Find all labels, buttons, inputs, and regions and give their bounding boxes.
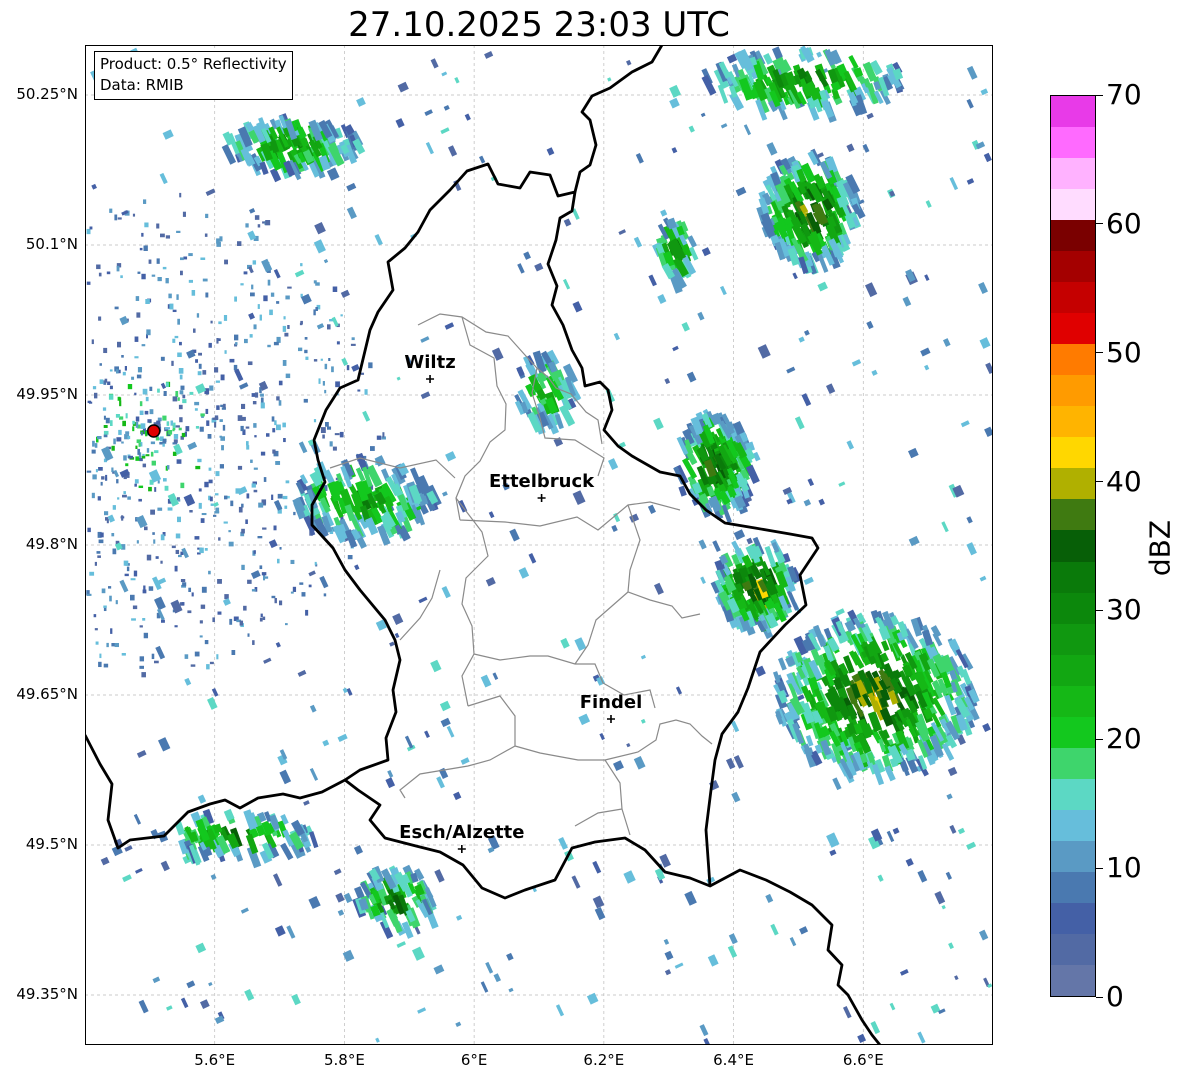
colorbar-tick-label: 40	[1106, 464, 1142, 498]
colorbar-tick	[1096, 94, 1103, 96]
colorbar-tick-label: 20	[1106, 722, 1142, 756]
colorbar-segment	[1051, 840, 1095, 874]
colorbar-segment	[1051, 964, 1095, 996]
colorbar-tick	[1096, 867, 1103, 869]
colorbar-tick	[1096, 738, 1103, 740]
city-label: Ettelbruck	[489, 471, 595, 492]
lon-tick-label: 5.6°E	[194, 1051, 236, 1069]
product-label: Product: 0.5° Reflectivity	[100, 55, 287, 73]
colorbar-tick-label: 30	[1106, 593, 1142, 627]
data-source-label: Data: RMIB	[100, 76, 184, 94]
city-label: Wiltz	[404, 352, 456, 373]
lat-tick-label: 49.65°N	[16, 685, 78, 703]
city-marker	[457, 845, 466, 853]
colorbar-segment	[1051, 685, 1095, 719]
lon-tick-label: 5.8°E	[324, 1051, 365, 1069]
colorbar-segment	[1051, 530, 1095, 564]
colorbar	[1050, 95, 1096, 997]
colorbar-segment	[1051, 96, 1095, 129]
colorbar-segment	[1051, 933, 1095, 967]
city-marker	[426, 375, 435, 383]
colorbar-segment	[1051, 282, 1095, 316]
colorbar-segment	[1051, 406, 1095, 440]
colorbar-tick	[1096, 609, 1103, 611]
lon-tick-label: 6.6°E	[842, 1051, 884, 1069]
colorbar-tick	[1096, 996, 1103, 998]
colorbar-segment	[1051, 127, 1095, 160]
lat-tick-label: 49.8°N	[25, 535, 78, 553]
colorbar-tick	[1096, 223, 1103, 225]
radar-map[interactable]	[0, 0, 1184, 1081]
lon-tick-label: 6.4°E	[713, 1051, 754, 1069]
product-info-box: Product: 0.5° Reflectivity Data: RMIB	[94, 51, 293, 100]
colorbar-segment	[1051, 499, 1095, 533]
lat-tick-label: 49.35°N	[16, 985, 78, 1003]
colorbar-segment	[1051, 220, 1095, 253]
colorbar-tick-label: 10	[1106, 851, 1142, 885]
colorbar-segment	[1051, 809, 1095, 843]
colorbar-segment	[1051, 902, 1095, 936]
colorbar-segment	[1051, 747, 1095, 781]
colorbar-segment	[1051, 592, 1095, 626]
colorbar-tick-label: 70	[1106, 78, 1142, 111]
city-label: Esch/Alzette	[399, 822, 525, 843]
colorbar-tick-label: 0	[1106, 980, 1124, 1013]
lat-tick-label: 49.5°N	[25, 835, 78, 853]
radar-site-marker[interactable]	[146, 424, 161, 438]
colorbar-segment	[1051, 375, 1095, 409]
city-label: Findel	[579, 692, 643, 713]
colorbar-segment	[1051, 623, 1095, 657]
colorbar-tick	[1096, 481, 1103, 483]
colorbar-segment	[1051, 561, 1095, 595]
lat-tick-label: 50.25°N	[16, 85, 78, 103]
colorbar-tick-label: 60	[1106, 206, 1142, 240]
colorbar-segment	[1051, 468, 1095, 502]
colorbar-tick	[1096, 352, 1103, 354]
reflectivity-echoes	[86, 45, 993, 1045]
colorbar-segment	[1051, 437, 1095, 471]
colorbar-label: dBZ	[1143, 519, 1177, 577]
colorbar-segment	[1051, 778, 1095, 812]
colorbar-segment	[1051, 313, 1095, 347]
colorbar-segment	[1051, 871, 1095, 905]
colorbar-segment	[1051, 158, 1095, 191]
colorbar-segment	[1051, 189, 1095, 222]
city-marker	[606, 715, 615, 723]
lon-tick-label: 6.2°E	[583, 1051, 625, 1069]
colorbar-segment	[1051, 716, 1095, 750]
colorbar-segment	[1051, 251, 1095, 284]
colorbar-tick-label: 50	[1106, 335, 1142, 369]
lat-tick-label: 49.95°N	[16, 385, 78, 403]
lat-tick-label: 50.1°N	[25, 235, 78, 253]
lon-tick-label: 6°E	[460, 1051, 488, 1069]
colorbar-segment	[1051, 654, 1095, 688]
colorbar-segment	[1051, 344, 1095, 378]
city-marker	[537, 494, 546, 502]
